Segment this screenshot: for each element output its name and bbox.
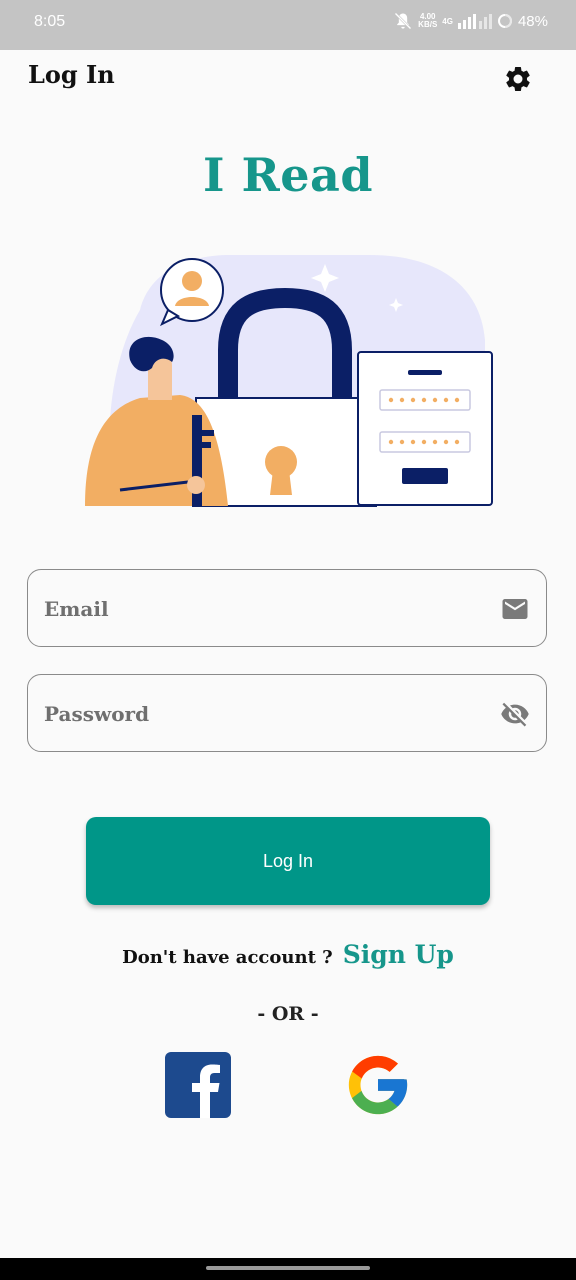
status-time: 8:05 bbox=[34, 13, 66, 30]
login-security-illustration bbox=[85, 255, 493, 507]
email-field[interactable] bbox=[27, 569, 547, 647]
network-type: 4G bbox=[442, 16, 453, 26]
status-bar: 8:05 4.00 KB/S 4G 48% bbox=[0, 0, 576, 50]
home-indicator[interactable] bbox=[206, 1266, 370, 1270]
login-button[interactable]: Log In bbox=[86, 817, 490, 905]
gear-icon[interactable] bbox=[503, 64, 533, 94]
signup-link[interactable]: Sign Up bbox=[343, 940, 454, 969]
eye-off-icon[interactable] bbox=[500, 699, 530, 729]
signup-prompt: Don't have account ? bbox=[122, 947, 333, 968]
mute-icon bbox=[394, 12, 412, 30]
signup-row: Don't have account ? Sign Up bbox=[0, 940, 576, 969]
system-nav-bar bbox=[0, 1258, 576, 1280]
signal-icon bbox=[457, 14, 492, 29]
mail-icon bbox=[502, 599, 528, 619]
battery-percent: 48% bbox=[517, 12, 548, 30]
net-speed: 4.00 KB/S bbox=[418, 12, 438, 29]
brand-title: I Read bbox=[203, 148, 373, 202]
facebook-icon[interactable] bbox=[165, 1052, 231, 1118]
password-input[interactable] bbox=[42, 689, 486, 739]
battery-icon bbox=[497, 14, 512, 28]
google-icon[interactable] bbox=[343, 1050, 413, 1120]
password-field[interactable] bbox=[27, 674, 547, 752]
email-input[interactable] bbox=[42, 584, 486, 634]
or-divider: - OR - bbox=[257, 1003, 319, 1025]
page-title: Log In bbox=[28, 60, 115, 89]
status-indicators: 4.00 KB/S 4G 48% bbox=[393, 11, 548, 31]
